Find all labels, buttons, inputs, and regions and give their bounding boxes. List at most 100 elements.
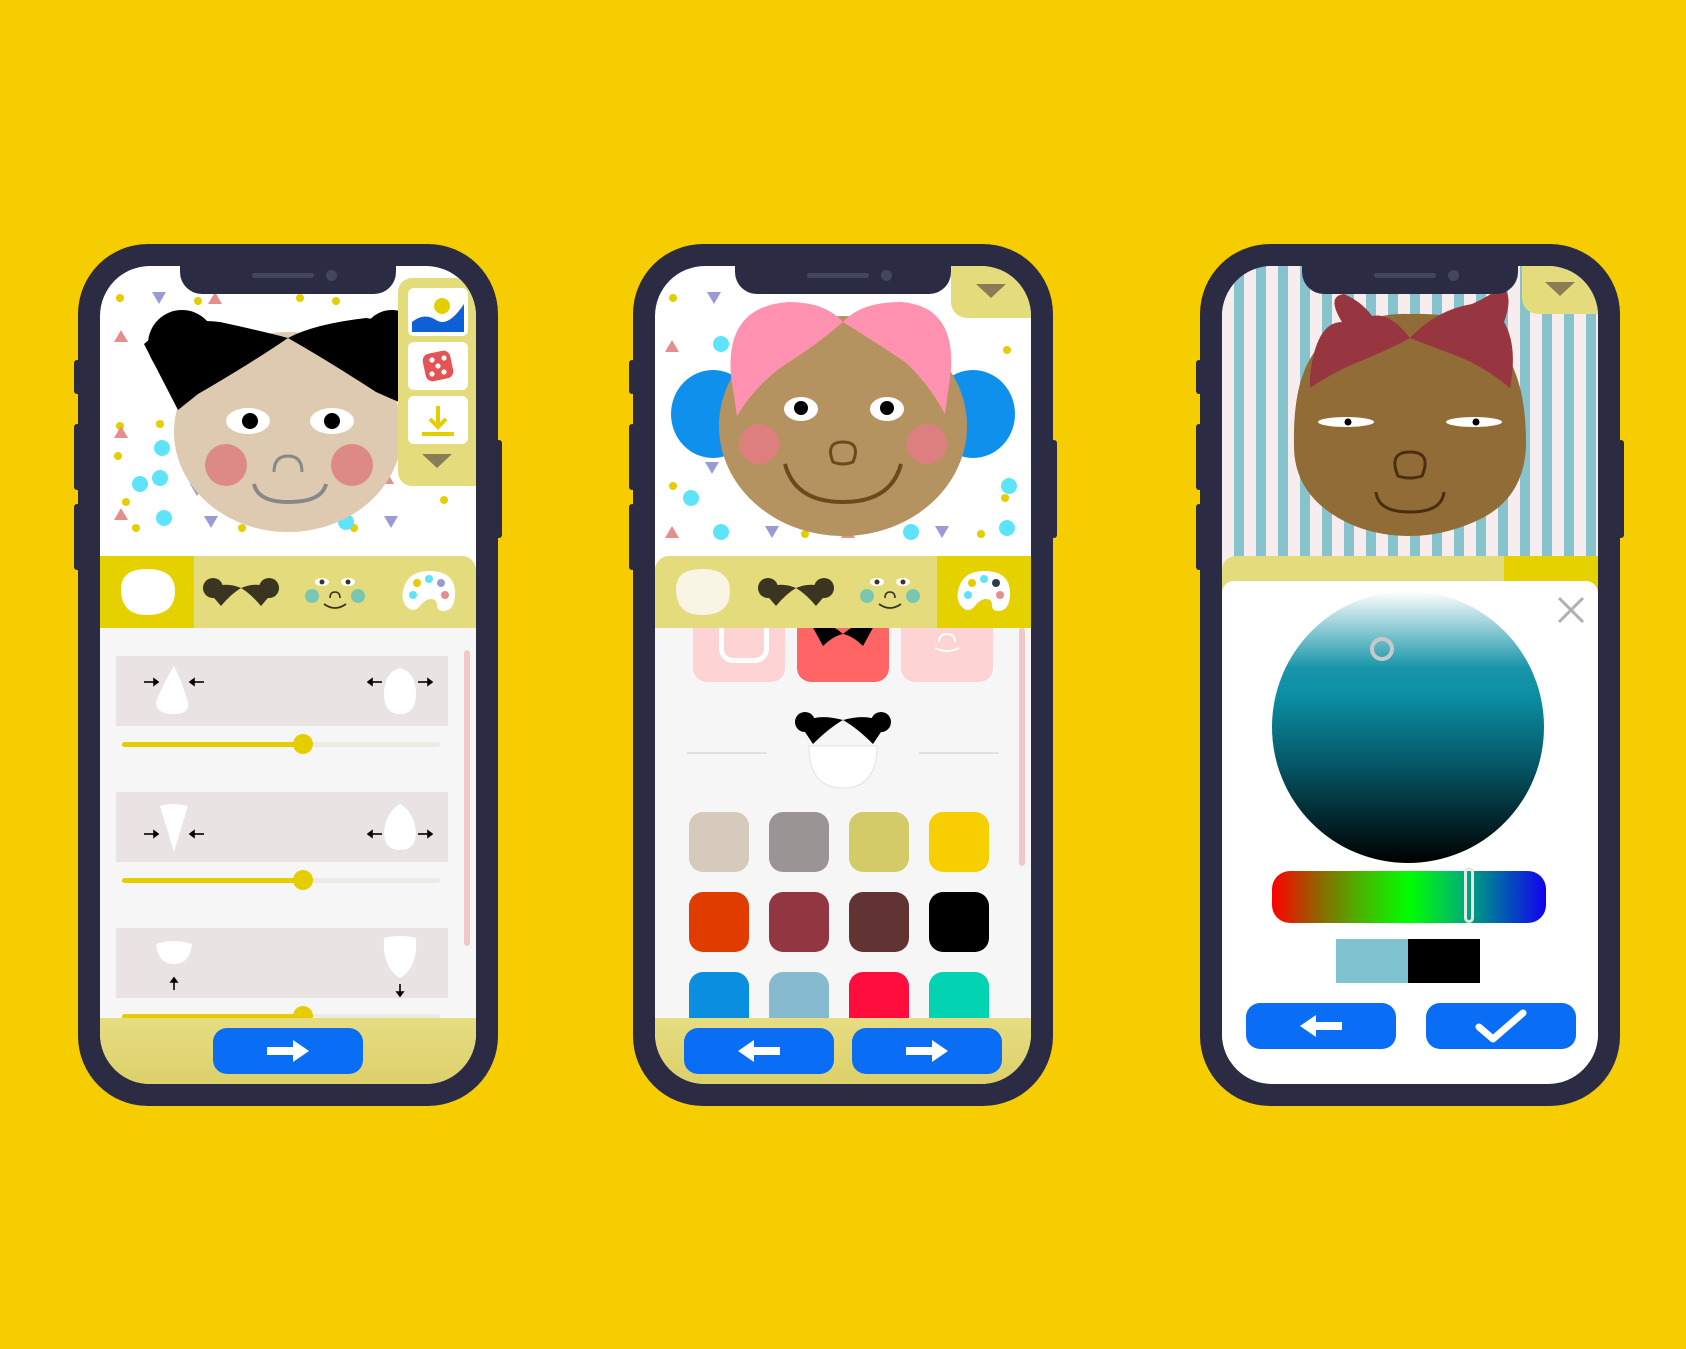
- confirm-button[interactable]: [1426, 1003, 1576, 1049]
- phone-volume-down: [629, 504, 635, 570]
- color-swatch[interactable]: [689, 812, 749, 872]
- top-slider-handle[interactable]: [293, 870, 314, 890]
- tab-face-features[interactable]: [288, 556, 382, 628]
- back-arrow-icon: [738, 1040, 780, 1062]
- category-tabbar: [655, 556, 1031, 628]
- top-slider-fill: [122, 878, 304, 883]
- notch: [180, 266, 396, 294]
- phone-volume-up: [1196, 424, 1202, 490]
- phone-power-button: [1051, 440, 1057, 538]
- confirm-check-icon: [1475, 1009, 1527, 1043]
- phone-color-editor: [629, 244, 1057, 1106]
- scrollbar[interactable]: [464, 650, 470, 946]
- next-button[interactable]: [213, 1028, 363, 1074]
- color-compare: [1336, 939, 1480, 983]
- randomize-button[interactable]: [408, 342, 468, 390]
- color-swatch[interactable]: [929, 812, 989, 872]
- tab-face-shape[interactable]: [100, 556, 194, 628]
- height-slider-preview: [116, 928, 448, 998]
- screen: [1222, 266, 1598, 1084]
- hair-icon: [813, 628, 873, 646]
- top-compare-icon: [144, 804, 434, 852]
- width-slider-fill: [122, 742, 304, 747]
- background-icon: [412, 298, 464, 332]
- download-icon: [422, 406, 454, 436]
- hair-icon: [203, 578, 279, 606]
- dropdown-toggle[interactable]: [951, 266, 1031, 318]
- random-dice-icon: [422, 350, 454, 382]
- hair-icon: [758, 578, 834, 606]
- saturation-brightness-picker[interactable]: [1272, 591, 1544, 863]
- tab-hair[interactable]: [194, 556, 288, 628]
- divider: [919, 752, 999, 754]
- face-features-icon: [860, 578, 920, 609]
- next-arrow-icon: [267, 1040, 309, 1062]
- tab-colors[interactable]: [937, 556, 1031, 628]
- background-button[interactable]: [408, 288, 468, 336]
- phone-color-picker: [1196, 244, 1624, 1106]
- bottom-nav: [100, 1018, 476, 1084]
- color-swatch[interactable]: [769, 812, 829, 872]
- hue-slider[interactable]: [1272, 867, 1546, 923]
- next-arrow-icon: [906, 1040, 948, 1062]
- width-compare-icon: [144, 666, 434, 714]
- close-button[interactable]: [1554, 593, 1588, 632]
- width-slider[interactable]: [122, 734, 440, 754]
- part-face-option[interactable]: [693, 628, 785, 682]
- shape-sliders-panel: [100, 628, 476, 1028]
- color-swatch[interactable]: [929, 892, 989, 952]
- width-slider-handle[interactable]: [293, 734, 314, 754]
- palette-icon: [957, 571, 1010, 611]
- chevron-down-icon: [422, 454, 452, 468]
- back-button[interactable]: [684, 1028, 834, 1074]
- color-swatch[interactable]: [849, 892, 909, 952]
- bottom-nav: [655, 1018, 1031, 1084]
- color-picker-panel: [1222, 581, 1598, 1061]
- tab-hair[interactable]: [749, 556, 843, 628]
- next-button[interactable]: [852, 1028, 1002, 1074]
- hue-slider-handle[interactable]: [1464, 867, 1475, 923]
- chevron-down-icon: [976, 284, 1006, 298]
- dropdown-toggle[interactable]: [1522, 266, 1598, 314]
- back-button[interactable]: [1246, 1003, 1396, 1049]
- phone-volume-down: [1196, 504, 1202, 570]
- divider: [687, 752, 767, 754]
- collapse-tools-button[interactable]: [422, 454, 452, 475]
- selected-part-preview: [795, 712, 891, 789]
- category-tabbar: [100, 556, 476, 628]
- back-arrow-icon: [1300, 1015, 1342, 1037]
- part-hair-option[interactable]: [797, 628, 889, 682]
- current-color-swatch: [1336, 939, 1408, 983]
- width-slider-preview: [116, 656, 448, 726]
- tab-face-features[interactable]: [843, 556, 937, 628]
- face-shape-icon: [676, 569, 730, 615]
- notch: [735, 266, 951, 294]
- notch: [1302, 266, 1518, 294]
- phone-mute-switch: [629, 360, 635, 394]
- scrollbar[interactable]: [1019, 628, 1025, 866]
- color-swatch[interactable]: [849, 812, 909, 872]
- part-features-option[interactable]: [901, 628, 993, 682]
- phone-power-button: [1618, 440, 1624, 538]
- phone-power-button: [496, 440, 502, 538]
- color-swatch[interactable]: [769, 892, 829, 952]
- download-button[interactable]: [408, 396, 468, 444]
- phone-volume-up: [629, 424, 635, 490]
- phone-volume-down: [74, 504, 80, 570]
- tab-face-shape[interactable]: [655, 556, 749, 628]
- picker-actions: [1246, 1003, 1576, 1049]
- chevron-down-icon: [1545, 282, 1575, 296]
- tool-panel: [398, 278, 476, 486]
- color-picker-handle[interactable]: [1370, 637, 1394, 661]
- face-features-icon: [305, 578, 365, 609]
- palette-icon: [402, 571, 455, 611]
- top-slider[interactable]: [122, 870, 440, 890]
- nose-icon: [934, 632, 960, 652]
- color-swatch[interactable]: [689, 892, 749, 952]
- phone-mute-switch: [1196, 360, 1202, 394]
- color-panel: [655, 628, 1031, 1028]
- previous-color-swatch: [1408, 939, 1480, 983]
- screen: [100, 266, 476, 1084]
- phone-volume-up: [74, 424, 80, 490]
- tab-colors[interactable]: [382, 556, 476, 628]
